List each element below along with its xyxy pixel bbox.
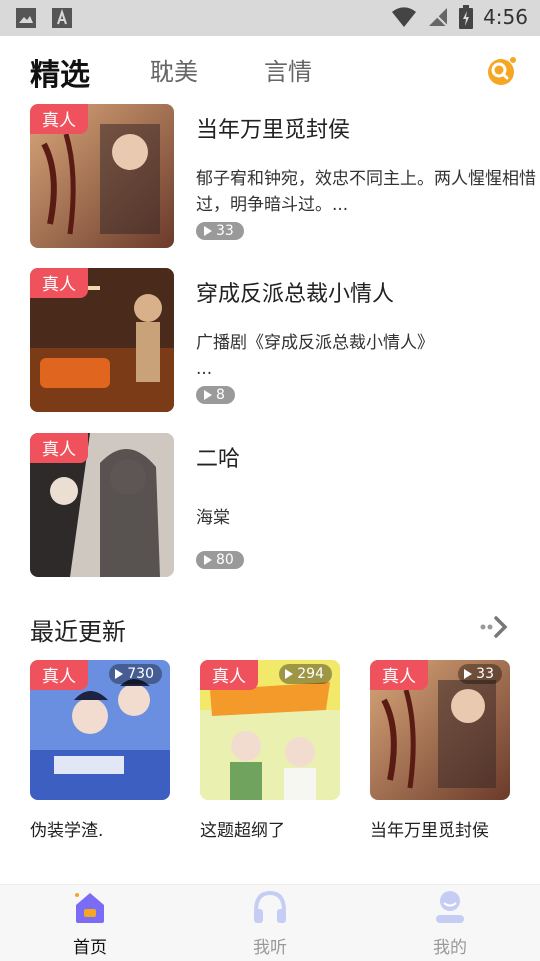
play-icon	[204, 390, 212, 400]
item-title: 穿成反派总裁小情人	[196, 282, 395, 307]
list-item[interactable]: 真人 穿成反派总裁小情人 广播剧《穿成反派总裁小情人》 ... 8	[0, 268, 540, 416]
home-icon	[75, 893, 104, 923]
live-badge: 真人	[30, 660, 88, 690]
category-tabs: 精选 耽美 言情	[0, 36, 540, 104]
tab-featured[interactable]: 精选	[30, 50, 90, 94]
status-bar: 4:56	[0, 0, 540, 36]
search-icon[interactable]	[486, 54, 518, 86]
item-description: 海棠	[196, 508, 230, 528]
item-description: 广播剧《穿成反派总裁小情人》 ...	[196, 333, 434, 379]
no-signal-icon	[428, 7, 448, 27]
play-icon	[204, 226, 212, 236]
cover-image: 真人	[30, 433, 174, 577]
list-item[interactable]: 真人 当年万里觅封侯 郁子宥和钟宛，效忠不同主上。两人惺惺相惜过，明争暗斗过。.…	[0, 104, 540, 252]
nav-listen[interactable]: 我听	[210, 889, 330, 958]
more-arrow-icon[interactable]	[480, 614, 510, 640]
font-app-icon	[52, 8, 72, 28]
section-title: 最近更新	[30, 618, 126, 646]
nav-label: 我的	[433, 938, 467, 958]
item-title: 二哈	[196, 447, 241, 472]
play-count-value: 294	[297, 666, 324, 682]
play-count: 33	[196, 222, 244, 240]
list-item[interactable]: 真人 二哈 海棠 80	[0, 433, 540, 581]
gallery-icon	[16, 8, 36, 28]
play-count-value: 33	[216, 223, 234, 239]
cover-image: 真人	[30, 104, 174, 248]
bottom-nav: 首页 我听 我的	[0, 884, 540, 961]
live-badge: 真人	[30, 268, 88, 298]
recent-title: 这题超纲了	[200, 821, 285, 841]
item-title: 当年万里觅封侯	[196, 118, 351, 143]
tab-romance[interactable]: 言情	[264, 52, 312, 87]
nav-home[interactable]: 首页	[30, 889, 150, 958]
nav-label: 首页	[73, 938, 107, 958]
play-count: 8	[196, 386, 235, 404]
live-badge: 真人	[200, 660, 258, 690]
headphones-icon	[254, 890, 286, 923]
live-badge: 真人	[30, 433, 88, 463]
play-count-value: 80	[216, 552, 234, 568]
play-icon	[204, 555, 212, 565]
play-count-value: 730	[127, 666, 154, 682]
play-icon	[464, 669, 473, 679]
play-icon	[285, 669, 294, 679]
item-description: 郁子宥和钟宛，效忠不同主上。两人惺惺相惜过，明争暗斗过。...	[196, 169, 536, 215]
recent-title: 当年万里觅封侯	[370, 821, 489, 841]
battery-icon	[459, 5, 474, 29]
clock: 4:56	[483, 5, 528, 29]
status-right: 4:56	[391, 5, 528, 29]
cover-image: 真人 730	[30, 660, 170, 800]
play-count-value: 8	[216, 387, 225, 403]
cover-image: 真人 294	[200, 660, 340, 800]
play-count: 33	[458, 664, 502, 684]
live-badge: 真人	[30, 104, 88, 134]
nav-profile[interactable]: 我的	[390, 889, 510, 958]
play-count-value: 33	[476, 666, 494, 682]
play-count: 730	[109, 664, 162, 684]
play-count: 80	[196, 551, 244, 569]
cover-image: 真人	[30, 268, 174, 412]
wifi-icon	[392, 7, 417, 27]
tab-danmei[interactable]: 耽美	[150, 52, 198, 87]
play-icon	[115, 669, 124, 679]
recent-title: 伪装学渣.	[30, 821, 104, 841]
nav-label: 我听	[253, 938, 287, 958]
cover-image: 真人 33	[370, 660, 510, 800]
profile-icon	[436, 891, 464, 923]
live-badge: 真人	[370, 660, 428, 690]
play-count: 294	[279, 664, 332, 684]
status-left-icons	[16, 8, 72, 28]
